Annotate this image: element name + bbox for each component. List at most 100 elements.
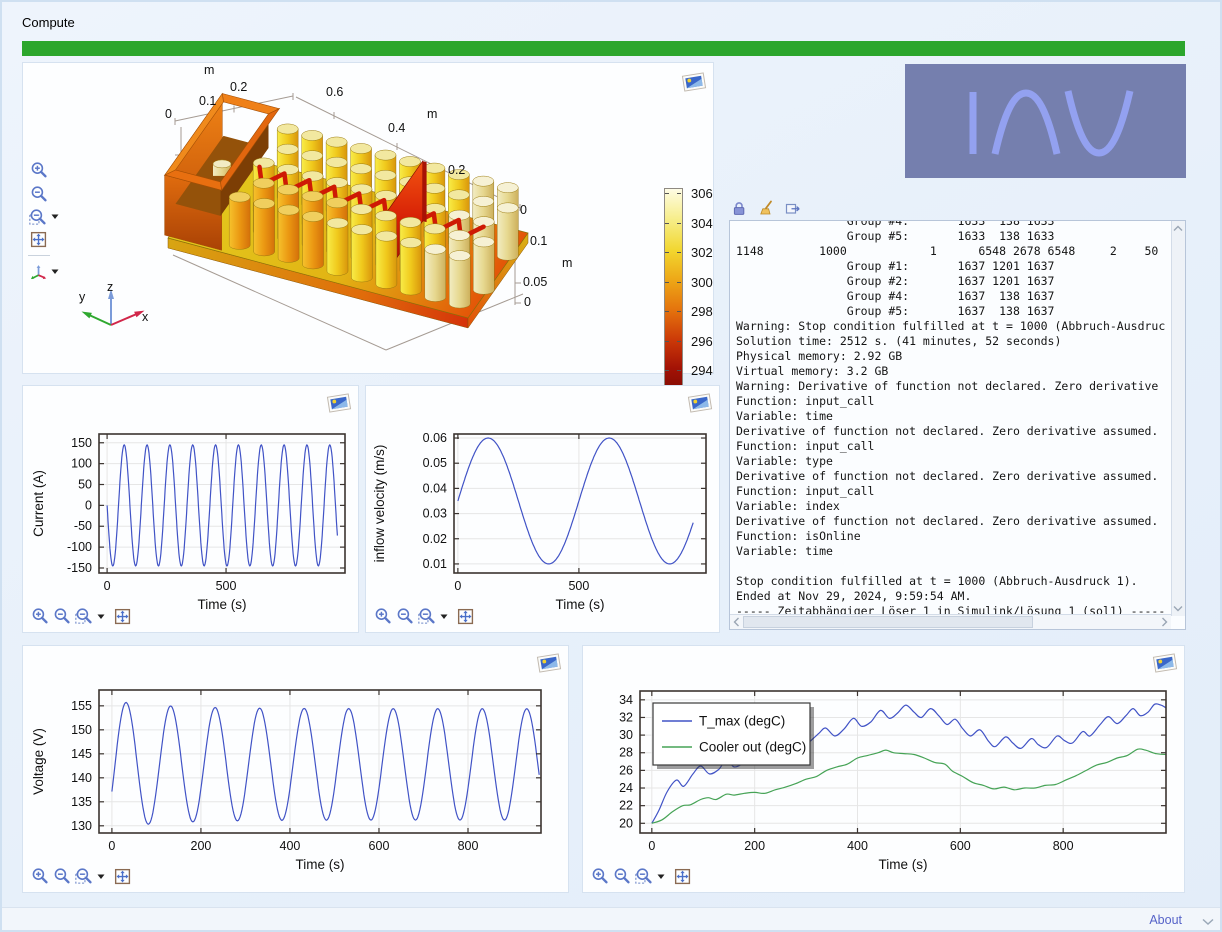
inflow-velocity-plot-card[interactable]: 05000.060.050.040.030.020.01Time (s)infl… (365, 385, 720, 633)
y-tick-label: 0.01 (423, 557, 447, 571)
y-tick-label: 24 (619, 781, 633, 795)
dropdown-caret-icon[interactable] (51, 214, 59, 220)
temperature-plot[interactable]: 02004006008003432302826242220Time (s)T_m… (583, 646, 1186, 894)
dropdown-caret-icon[interactable] (440, 614, 448, 620)
y-tick-label: 20 (619, 816, 633, 830)
battery-cell (400, 243, 421, 295)
battery-cell (351, 230, 372, 282)
voltage-plot-card[interactable]: 0200400600800155150145140135130Time (s)V… (22, 645, 569, 893)
series-line-voltage-v- (112, 703, 539, 825)
zoom-out-icon[interactable] (53, 867, 71, 885)
x-tick-label: 400 (847, 839, 868, 853)
temperature-plot-card[interactable]: 02004006008003432302826242220Time (s)T_m… (582, 645, 1185, 893)
zoom-out-icon[interactable] (53, 607, 71, 625)
zoom-box-icon[interactable] (29, 208, 47, 226)
zoom-out-icon[interactable] (30, 185, 48, 203)
about-link[interactable]: About (1149, 913, 1182, 927)
zoom-extents-icon[interactable] (456, 607, 474, 625)
log-horizontal-scrollbar[interactable] (730, 614, 1171, 629)
y-tick-label: 30 (619, 728, 633, 742)
3d-axis-tick-label: 0 (524, 295, 531, 309)
battery-cell-top (278, 205, 299, 215)
colorbar-tick-label: 296 (691, 334, 713, 349)
3d-axis-tick-label: 0.6 (326, 85, 343, 99)
battery-cell-top (448, 190, 469, 200)
dropdown-caret-icon[interactable] (657, 874, 665, 880)
dropdown-caret-icon[interactable] (97, 614, 105, 620)
y-tick-label: 26 (619, 763, 633, 777)
x-tick-label: 0 (648, 839, 655, 853)
image-snapshot-icon[interactable] (687, 392, 713, 414)
y-tick-label: 150 (71, 436, 92, 450)
3d-axis-tick-label: m (427, 107, 437, 121)
triad-label-z: z (107, 280, 113, 294)
image-snapshot-icon[interactable] (326, 392, 352, 414)
battery-cell-top (351, 143, 372, 153)
clear-log-icon[interactable] (758, 200, 775, 217)
current-plot-card[interactable]: 0500150100500-50-100-150Time (s)Current … (22, 385, 359, 633)
battery-cell (497, 208, 518, 260)
zoom-in-icon[interactable] (374, 607, 392, 625)
zoom-in-icon[interactable] (31, 867, 49, 885)
zoom-box-icon[interactable] (75, 867, 93, 885)
dropdown-caret-icon[interactable] (97, 874, 105, 880)
view-orientation-icon[interactable] (29, 263, 47, 281)
current-plot[interactable]: 0500150100500-50-100-150Time (s)Current … (23, 386, 360, 634)
triad-label-x: x (142, 310, 149, 324)
image-snapshot-icon[interactable] (681, 71, 707, 93)
dropdown-caret-icon[interactable] (51, 269, 59, 275)
zoom-in-icon[interactable] (30, 161, 48, 179)
battery-cell-top (351, 184, 372, 194)
colorbar-tick-label: 298 (691, 304, 713, 319)
zoom-box-icon[interactable] (418, 607, 436, 625)
triad-arrowhead (82, 312, 92, 319)
battery-cell (425, 249, 446, 301)
zoom-in-icon[interactable] (31, 607, 49, 625)
zoom-out-icon[interactable] (396, 607, 414, 625)
x-axis-label: Time (s) (198, 597, 247, 612)
battery-cell-top (302, 191, 323, 201)
log-vertical-scrollbar[interactable] (1171, 221, 1185, 616)
battery-cell-top (473, 196, 494, 206)
battery-cell-top (473, 176, 494, 186)
x-tick-label: 400 (280, 839, 301, 853)
lock-icon[interactable] (731, 200, 748, 217)
zoom-extents-icon[interactable] (113, 607, 131, 625)
zoom-extents-icon[interactable] (29, 230, 47, 248)
x-tick-label: 0 (104, 579, 111, 593)
progress-bar (22, 41, 1185, 56)
3d-axis-tick-label: m (562, 256, 572, 270)
x-tick-label: 0 (454, 579, 461, 593)
battery-cell-top (424, 224, 445, 234)
battery-cell-top (449, 230, 470, 240)
zoom-extents-icon[interactable] (673, 867, 691, 885)
battery-cell (278, 210, 299, 262)
battery-cell (449, 256, 470, 308)
x-tick-label: 200 (191, 839, 212, 853)
battery-cell (254, 204, 275, 256)
compute-button[interactable]: Compute (22, 15, 75, 30)
zoom-box-icon[interactable] (75, 607, 93, 625)
x-tick-label: 800 (458, 839, 479, 853)
battery-cell-top (375, 170, 396, 180)
zoom-in-icon[interactable] (591, 867, 609, 885)
y-tick-label: 22 (619, 799, 633, 813)
battery-cell-top (327, 177, 348, 187)
image-snapshot-icon[interactable] (1152, 652, 1178, 674)
log-output-panel[interactable]: Group #4: 1633 138 1633 Group #5: 1633 1… (729, 220, 1186, 630)
x-tick-label: 600 (369, 839, 390, 853)
y-tick-label: 100 (71, 457, 92, 471)
zoom-extents-icon[interactable] (113, 867, 131, 885)
footer-chevron-down-icon[interactable] (1202, 918, 1214, 926)
export-log-icon[interactable] (785, 200, 802, 217)
voltage-plot[interactable]: 0200400600800155150145140135130Time (s)V… (23, 646, 570, 894)
zoom-box-icon[interactable] (635, 867, 653, 885)
zoom-out-icon[interactable] (613, 867, 631, 885)
inflow-plot[interactable]: 05000.060.050.040.030.020.01Time (s)infl… (366, 386, 721, 634)
battery-cell-top (473, 237, 494, 247)
image-snapshot-icon[interactable] (536, 652, 562, 674)
3d-model-graphics-card[interactable]: zyx m00.10.20.60.4m0.200.10.05m0 3063043… (22, 62, 714, 374)
y-tick-label: 155 (71, 699, 92, 713)
log-hscroll-thumb[interactable] (743, 616, 1033, 628)
3d-battery-pack-scene[interactable]: zyx (23, 63, 715, 375)
